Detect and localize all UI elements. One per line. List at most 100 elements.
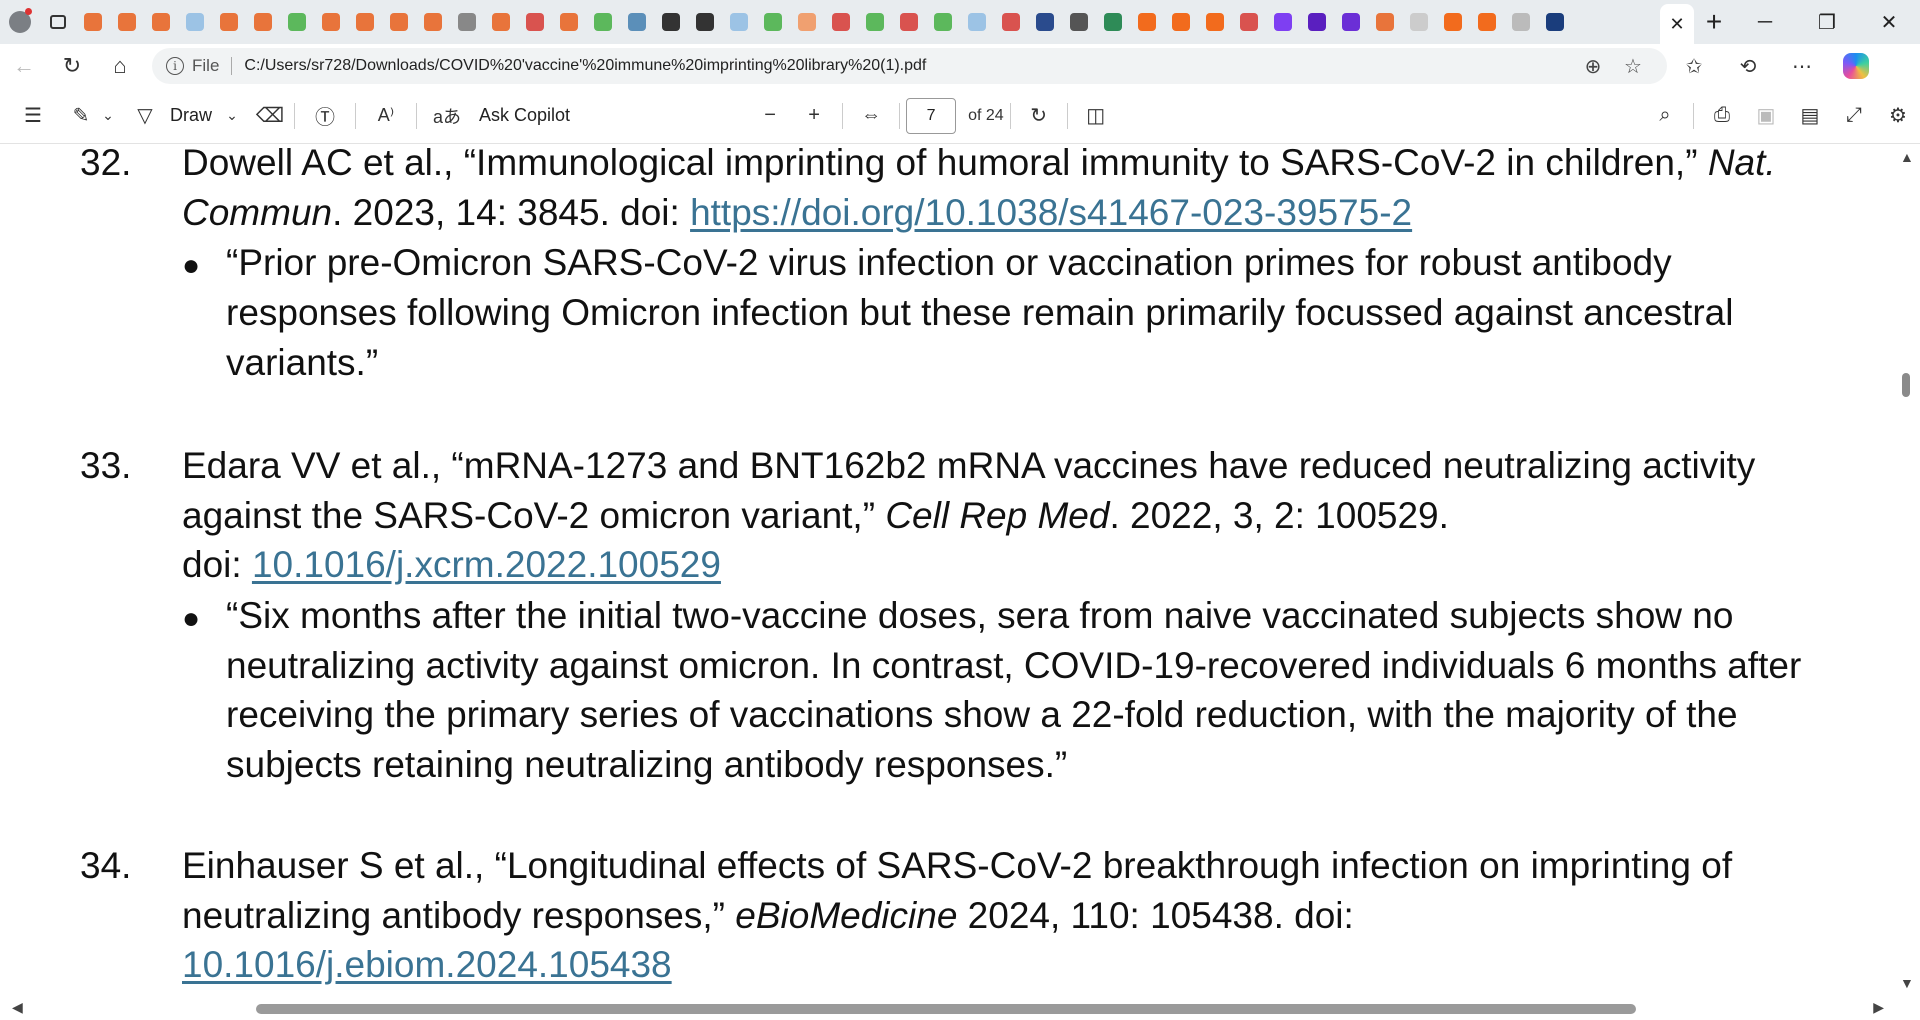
horizontal-scroll-thumb[interactable] <box>256 1004 1636 1014</box>
tab-favicon[interactable] <box>1300 0 1334 44</box>
save-icon[interactable]: ▣ <box>1744 88 1788 144</box>
tab-favicon[interactable] <box>1096 0 1130 44</box>
settings-gear-icon[interactable]: ⚙ <box>1876 88 1920 144</box>
tab-favicon[interactable] <box>1164 0 1198 44</box>
tab-favicon[interactable] <box>892 0 926 44</box>
zoom-out-button[interactable]: − <box>748 88 792 144</box>
fit-width-icon[interactable]: ⇔ <box>849 88 893 144</box>
tab-favicon[interactable] <box>654 0 688 44</box>
tab-favicon[interactable] <box>1504 0 1538 44</box>
tab-favicon[interactable] <box>858 0 892 44</box>
new-tab-button[interactable]: + <box>1694 0 1734 44</box>
close-tab-icon[interactable]: ✕ <box>1669 14 1684 35</box>
url-text[interactable]: C:/Users/sr728/Downloads/COVID%20'vaccin… <box>244 57 1573 75</box>
horizontal-scrollbar[interactable]: ◀ ▶ <box>0 996 1920 1020</box>
history-button[interactable]: ⟲ <box>1721 44 1775 88</box>
tab-favicon[interactable] <box>1232 0 1266 44</box>
home-button[interactable]: ⌂ <box>96 44 144 88</box>
tab-favicon[interactable] <box>416 0 450 44</box>
reference-text: 2024, 110: 105438. doi: <box>957 895 1354 936</box>
tab-favicon[interactable] <box>994 0 1028 44</box>
tab-favicon[interactable] <box>76 0 110 44</box>
tab-favicon[interactable] <box>688 0 722 44</box>
tab-favicon[interactable] <box>246 0 280 44</box>
tab-favicon[interactable] <box>722 0 756 44</box>
profile-avatar[interactable] <box>0 0 40 44</box>
scroll-down-arrow-icon[interactable]: ▼ <box>1900 975 1914 991</box>
tab-favicon[interactable] <box>110 0 144 44</box>
tab-favicon[interactable] <box>1538 0 1572 44</box>
ask-copilot-button[interactable]: Ask Copilot <box>479 105 570 126</box>
draw-icon[interactable]: ▽ <box>120 88 170 144</box>
tab-favicon[interactable] <box>756 0 790 44</box>
tab-favicon[interactable] <box>1368 0 1402 44</box>
page-view-icon[interactable]: ◫ <box>1074 88 1118 144</box>
zoom-icon[interactable]: ⊕ <box>1573 54 1613 79</box>
tab-favicon[interactable] <box>484 0 518 44</box>
save-as-icon[interactable]: ▤ <box>1788 88 1832 144</box>
scroll-right-arrow-icon[interactable]: ▶ <box>1873 999 1884 1016</box>
restore-button[interactable]: ❐ <box>1796 0 1858 44</box>
tab-favicon[interactable] <box>1470 0 1504 44</box>
tab-favicon[interactable] <box>314 0 348 44</box>
tab-favicon[interactable] <box>280 0 314 44</box>
tab-favicon[interactable] <box>552 0 586 44</box>
tab-favicon[interactable] <box>1266 0 1300 44</box>
tab-favicon[interactable] <box>178 0 212 44</box>
tab-favicon[interactable] <box>1062 0 1096 44</box>
eraser-icon[interactable]: ⌫ <box>252 88 288 144</box>
doi-link[interactable]: 10.1016/j.xcrm.2022.100529 <box>252 544 721 585</box>
omnibox[interactable]: i File C:/Users/sr728/Downloads/COVID%20… <box>152 48 1667 84</box>
tab-favicon[interactable] <box>144 0 178 44</box>
copilot-button[interactable] <box>1829 44 1883 88</box>
page-number-input[interactable]: 7 <box>906 97 957 134</box>
tab-actions-button[interactable] <box>40 0 76 44</box>
minimize-button[interactable]: ─ <box>1734 0 1796 44</box>
active-tab[interactable]: ✕ <box>1660 4 1694 44</box>
tab-favicon[interactable] <box>586 0 620 44</box>
favorites-button[interactable]: ✩ <box>1667 44 1721 88</box>
add-text-icon[interactable]: Ⓣ <box>301 88 349 144</box>
site-info-icon[interactable]: i <box>166 57 184 75</box>
tab-favicon[interactable] <box>1436 0 1470 44</box>
tab-favicon[interactable] <box>1402 0 1436 44</box>
highlight-button[interactable]: ✎ <box>66 88 96 144</box>
tab-favicon[interactable] <box>824 0 858 44</box>
tab-favicon[interactable] <box>926 0 960 44</box>
tab-favicon[interactable] <box>790 0 824 44</box>
tab-favicon[interactable] <box>212 0 246 44</box>
draw-label[interactable]: Draw <box>170 105 212 126</box>
print-icon[interactable]: ⎙ <box>1700 88 1744 144</box>
contents-list-button[interactable]: ☰ <box>0 88 66 144</box>
vertical-scroll-thumb[interactable] <box>1902 373 1910 397</box>
highlight-options-chevron-icon[interactable]: ⌄ <box>96 88 120 144</box>
draw-options-chevron-icon[interactable]: ⌄ <box>212 88 252 144</box>
doi-link[interactable]: https://doi.org/10.1038/s41467-023-39575… <box>690 192 1412 233</box>
refresh-button[interactable]: ↻ <box>48 44 96 88</box>
tab-favicon[interactable] <box>1198 0 1232 44</box>
close-window-button[interactable]: ✕ <box>1858 0 1920 44</box>
favorite-star-icon[interactable]: ☆ <box>1613 54 1653 79</box>
translate-icon[interactable]: aあ <box>423 88 471 144</box>
rotate-icon[interactable]: ↻ <box>1017 88 1061 144</box>
scroll-up-arrow-icon[interactable]: ▲ <box>1900 149 1914 165</box>
vertical-scrollbar[interactable]: ▲ ▼ <box>1892 145 1920 1005</box>
back-button[interactable]: ← <box>0 44 48 88</box>
tab-favicon[interactable] <box>518 0 552 44</box>
fullscreen-icon[interactable]: ⤢ <box>1832 88 1876 144</box>
search-icon[interactable]: ⌕ <box>1643 88 1687 144</box>
read-aloud-icon[interactable]: A⁾ <box>362 88 410 144</box>
tab-favicon[interactable] <box>1130 0 1164 44</box>
doi-link[interactable]: 10.1016/j.ebiom.2024.105438 <box>182 944 672 985</box>
tab-favicon[interactable] <box>1028 0 1062 44</box>
tab-favicon[interactable] <box>960 0 994 44</box>
tab-favicon[interactable] <box>1334 0 1368 44</box>
page-count: of 24 <box>968 106 1004 124</box>
tab-favicon[interactable] <box>620 0 654 44</box>
tab-favicon[interactable] <box>450 0 484 44</box>
tab-favicon[interactable] <box>382 0 416 44</box>
more-menu-button[interactable]: ⋯ <box>1775 44 1829 88</box>
zoom-in-button[interactable]: + <box>792 88 836 144</box>
scroll-left-arrow-icon[interactable]: ◀ <box>12 999 23 1016</box>
tab-favicon[interactable] <box>348 0 382 44</box>
